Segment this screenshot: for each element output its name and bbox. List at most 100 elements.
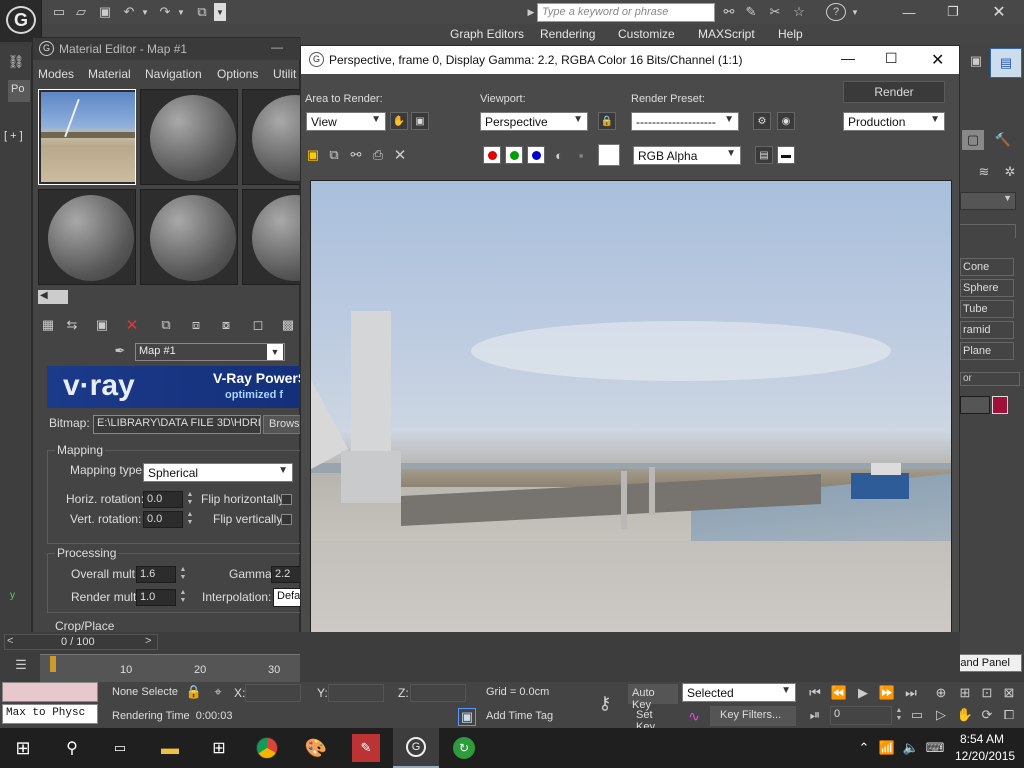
transform-mode-icon[interactable]: ⌖ bbox=[210, 684, 226, 700]
selection-lock-icon[interactable]: 🔒 bbox=[186, 684, 202, 700]
time-slider[interactable]: < 0 / 100 > bbox=[4, 634, 158, 650]
create-pyramid-button[interactable]: ramid bbox=[960, 321, 1014, 339]
search-icon[interactable]: ⚲ bbox=[60, 736, 84, 760]
toggle-ui-overlay-icon[interactable]: ▤ bbox=[755, 146, 773, 164]
slots-scrollbar[interactable]: ◀ bbox=[38, 290, 68, 304]
mated-minimize-icon[interactable]: — bbox=[271, 40, 283, 54]
red-channel-toggle[interactable] bbox=[483, 146, 501, 164]
render-setup-icon[interactable]: ⚙ bbox=[753, 112, 771, 130]
channel-display-dropdown[interactable]: RGB Alpha ▼ bbox=[633, 146, 741, 165]
project-folder-icon[interactable]: ⧉ bbox=[193, 3, 211, 21]
copy-image-icon[interactable]: ⧉ bbox=[325, 146, 343, 164]
subscription-icon[interactable]: ✂ bbox=[766, 3, 784, 21]
put-to-scene-icon[interactable]: ⇆ bbox=[63, 316, 81, 334]
render-maximize-icon[interactable]: ☐ bbox=[885, 50, 898, 67]
flip-vertically-checkbox[interactable] bbox=[281, 514, 292, 525]
panel-selected-icon[interactable]: ▤ bbox=[990, 48, 1022, 78]
windows-start-icon[interactable]: ⊞ bbox=[10, 736, 36, 760]
link-icon[interactable]: ⛓ bbox=[6, 52, 26, 72]
redo-dropdown-icon[interactable]: ▼ bbox=[176, 3, 186, 21]
overall-mult-spinner[interactable]: ▲ ▼ bbox=[178, 566, 188, 583]
render-mult-input[interactable]: 1.0 bbox=[136, 589, 176, 606]
help-dropdown-icon[interactable]: ▼ bbox=[850, 3, 860, 21]
new-file-icon[interactable]: ▭ bbox=[50, 3, 68, 21]
green-app-icon[interactable]: ↻ bbox=[450, 734, 478, 762]
render-preset-dropdown[interactable]: -------------------- ▼ bbox=[631, 112, 739, 131]
search-input[interactable]: Type a keyword or phrase bbox=[537, 3, 715, 22]
previous-frame-icon[interactable]: ⏪ bbox=[830, 684, 848, 702]
project-dropdown-icon[interactable]: ▼ bbox=[214, 3, 226, 21]
sample-slot-4[interactable] bbox=[38, 189, 136, 285]
add-time-tag[interactable]: Add Time Tag bbox=[486, 710, 553, 722]
print-image-icon[interactable]: ⎙ bbox=[369, 146, 387, 164]
save-file-icon[interactable]: ▣ bbox=[96, 3, 114, 21]
clone-window-icon[interactable]: ⚯ bbox=[347, 146, 365, 164]
production-dropdown[interactable]: Production ▼ bbox=[843, 112, 945, 131]
toggle-ui-icon[interactable]: ▬ bbox=[777, 146, 795, 164]
render-mult-spinner[interactable]: ▲ ▼ bbox=[178, 589, 188, 606]
horiz-rotation-spinner[interactable]: ▲ ▼ bbox=[185, 491, 195, 508]
sample-slot-2[interactable] bbox=[140, 89, 238, 185]
clock-date[interactable]: 12/20/2015 bbox=[955, 749, 1015, 763]
chrome-icon[interactable] bbox=[253, 734, 281, 762]
menu-maxscript[interactable]: MAXScript bbox=[698, 27, 755, 41]
overall-mult-input[interactable]: 1.6 bbox=[136, 566, 176, 583]
vert-rotation-spinner[interactable]: ▲ ▼ bbox=[185, 511, 195, 528]
put-to-library-icon[interactable]: ⧇ bbox=[217, 316, 235, 334]
set-key-icon[interactable]: ∿ bbox=[684, 706, 704, 726]
pan-view-icon[interactable]: ✋ bbox=[956, 706, 974, 724]
reset-map-icon[interactable]: ✕ bbox=[123, 316, 141, 334]
volume-icon[interactable]: 🔈 bbox=[902, 738, 920, 758]
open-file-icon[interactable]: ▱ bbox=[72, 3, 90, 21]
edit-region-icon[interactable]: ✋ bbox=[390, 112, 408, 130]
current-frame-input[interactable]: 0 bbox=[830, 706, 892, 725]
alpha-channel-icon[interactable]: ◐ bbox=[551, 146, 567, 164]
menu-rendering[interactable]: Rendering bbox=[540, 27, 595, 41]
restore-icon[interactable]: ❐ bbox=[938, 2, 968, 22]
network-icon[interactable]: 📶 bbox=[878, 738, 896, 758]
zoom-all-icon[interactable]: ⊞ bbox=[956, 684, 974, 702]
redo-icon[interactable]: ↷ bbox=[156, 3, 174, 21]
scroll-left-icon[interactable]: ◀ bbox=[40, 290, 48, 301]
undo-dropdown-icon[interactable]: ▼ bbox=[140, 3, 150, 21]
isolate-selection-icon[interactable]: ▣ bbox=[458, 708, 476, 726]
clock-time[interactable]: 8:54 AM bbox=[960, 732, 1004, 746]
vert-rotation-input[interactable]: 0.0 bbox=[143, 511, 183, 528]
spacewarp-icon[interactable]: ≋ bbox=[974, 162, 994, 182]
next-frame-icon[interactable]: ⏩ bbox=[878, 684, 896, 702]
go-to-start-icon[interactable]: ⏮ bbox=[806, 684, 824, 702]
viewport-label[interactable]: [ + ] bbox=[4, 130, 23, 142]
z-coordinate-input[interactable] bbox=[410, 684, 466, 702]
3dsmax-taskbar-icon[interactable]: G bbox=[393, 728, 439, 768]
help-icon[interactable]: ? bbox=[826, 3, 846, 21]
set-key-mode-icon[interactable]: ⚷ bbox=[590, 692, 620, 714]
maxscript-listener-mini[interactable] bbox=[2, 682, 98, 702]
zoom-icon[interactable]: ⊕ bbox=[932, 684, 950, 702]
key-mode-toggle-icon[interactable]: ⏯ bbox=[806, 706, 824, 724]
panel-icon[interactable]: ▣ bbox=[964, 48, 988, 74]
time-config-icon[interactable]: ▭ bbox=[908, 706, 926, 724]
auto-region-icon[interactable]: ▣ bbox=[411, 112, 429, 130]
app-logo[interactable]: G bbox=[0, 0, 42, 42]
blue-channel-toggle[interactable] bbox=[527, 146, 545, 164]
render-minimize-icon[interactable]: — bbox=[841, 50, 855, 66]
show-map-icon[interactable]: ▩ bbox=[279, 316, 297, 334]
key-selection-dropdown[interactable]: Selected ▼ bbox=[682, 683, 796, 702]
map-name-dropdown-icon[interactable]: ▼ bbox=[267, 344, 283, 360]
rendered-image[interactable] bbox=[310, 180, 952, 662]
clear-image-icon[interactable]: ✕ bbox=[391, 146, 409, 164]
tray-expand-icon[interactable]: ⌃ bbox=[856, 738, 872, 758]
modify-tab-icon[interactable]: 🔨 bbox=[990, 130, 1016, 150]
key-filters-button[interactable]: Key Filters... bbox=[710, 706, 796, 726]
zoom-extents-icon[interactable]: ⊡ bbox=[978, 684, 996, 702]
object-name-field[interactable] bbox=[960, 396, 990, 414]
bitmap-path-field[interactable]: E:\LIBRARY\DATA FILE 3D\HDRI\ bbox=[93, 415, 261, 434]
input-icon[interactable]: ⌨ bbox=[926, 738, 945, 758]
go-to-end-icon[interactable]: ⏭ bbox=[902, 684, 920, 702]
gamma-input[interactable]: 2.2 bbox=[271, 566, 301, 583]
environment-effects-icon[interactable]: ◉ bbox=[777, 112, 795, 130]
mapping-type-dropdown[interactable]: Spherical ▼ bbox=[143, 463, 293, 482]
systems-icon[interactable]: ✲ bbox=[1000, 162, 1020, 182]
render-window-titlebar[interactable]: G Perspective, frame 0, Display Gamma: 2… bbox=[301, 46, 959, 74]
save-image-icon[interactable]: ▣ bbox=[304, 146, 322, 164]
